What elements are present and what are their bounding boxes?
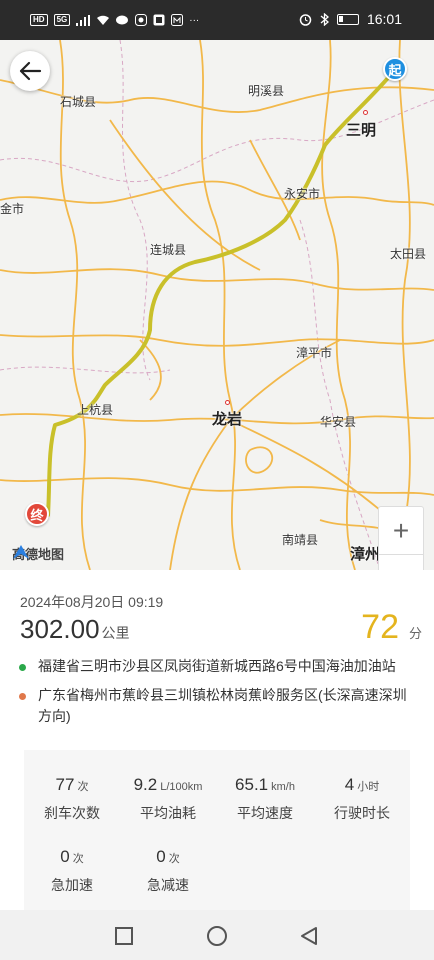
trip-distance: 302.00 公里: [20, 614, 130, 645]
start-location-text: 福建省三明市沙县区凤岗街道新城西路6号中国海油加油站: [38, 658, 396, 674]
stat-unit: 次: [77, 781, 89, 793]
end-location: 广东省梅州市蕉岭县三圳镇松林岗蕉岭服务区(长深高速深圳方向): [18, 685, 418, 727]
city-dot: [225, 400, 230, 405]
start-location: 福建省三明市沙县区凤岗街道新城西路6号中国海油加油站: [18, 656, 418, 677]
stat-value: 9.2: [133, 775, 158, 794]
stat-label: 急加速: [51, 877, 93, 893]
stat-label: 行驶时长: [334, 805, 390, 821]
stat-duration: 4 小时 行驶时长: [314, 775, 410, 823]
back-nav-button[interactable]: [297, 924, 321, 948]
back-button[interactable]: [10, 51, 50, 91]
trip-date: 2024年08月20日 09:19: [20, 594, 164, 610]
stat-speed: 65.1 km/h 平均速度: [217, 775, 313, 823]
city-label: 太田县: [390, 247, 427, 261]
score-value: 72: [361, 608, 399, 646]
city-label: 三明: [346, 122, 377, 139]
distance-value: 302.00: [20, 614, 100, 644]
stat-value: 0: [156, 847, 166, 866]
stat-unit: 次: [168, 853, 180, 865]
battery-icon: [336, 13, 359, 25]
stat-unit: 小时: [357, 781, 380, 793]
stat-hard-brake: 0次 急减速: [120, 847, 216, 895]
stat-value: 77: [55, 775, 75, 794]
network-badge: 5G: [53, 14, 71, 26]
status-bar: HD 5G ··· 16:01: [0, 0, 434, 40]
stat-label: 平均速度: [237, 805, 293, 821]
city-label: 明溪县: [248, 84, 285, 98]
stat-label: 急减速: [147, 877, 189, 893]
start-dot: [19, 664, 26, 671]
route-map[interactable]: 明溪县 三明 石城县 永安市 金市 连城县 太田县 漳平市 上杭县 龙岩 华安县…: [0, 40, 434, 570]
home-button[interactable]: [205, 924, 229, 948]
stat-unit: L/100km: [160, 781, 203, 793]
city-dot: [363, 110, 368, 115]
end-dot: [19, 693, 26, 700]
triangle-back-icon: [301, 927, 317, 945]
back-arrow-icon: [19, 61, 42, 81]
city-label: 永安市: [284, 187, 321, 201]
city-label: 石城县: [60, 95, 97, 109]
status-left: HD 5G ···: [30, 14, 199, 26]
score-unit: 分: [408, 626, 422, 641]
start-marker[interactable]: 起: [383, 57, 407, 81]
city-label: 南靖县: [282, 533, 319, 547]
end-marker[interactable]: 终: [25, 502, 49, 526]
stat-value: 65.1: [235, 775, 269, 794]
stat-unit: 次: [72, 853, 84, 865]
bluetooth-icon: [320, 12, 329, 26]
wifi-icon: [97, 15, 110, 25]
city-label: 上杭县: [77, 403, 114, 417]
stat-value: 0: [60, 847, 70, 866]
city-label: 龙岩: [212, 411, 243, 428]
distance-unit: 公里: [101, 625, 130, 641]
hd-badge: HD: [30, 14, 48, 26]
trip-info: 2024年08月20日 09:19 302.00 公里 72 分 福建省三明市沙县区…: [0, 570, 434, 912]
stats-panel: 77 次 刹车次数 9.2 L/100km 平均油耗 65.1 km/h 平均速度 4…: [24, 750, 410, 912]
signal-icon: [76, 14, 91, 26]
city-label: 漳州: [350, 546, 381, 563]
app-icon: [171, 14, 184, 26]
stat-label: 刹车次数: [44, 805, 100, 821]
route-line: [46, 70, 395, 517]
app-icon: [153, 14, 165, 26]
city-label: 连城县: [150, 243, 187, 257]
status-right: 16:01: [299, 11, 402, 27]
stat-fuel: 9.2 L/100km 平均油耗: [120, 775, 216, 823]
alarm-icon: [299, 13, 312, 26]
square-icon: [115, 927, 133, 945]
stat-brakes: 77 次 刹车次数: [24, 775, 120, 823]
trip-score: 72 分: [361, 608, 422, 647]
wechat-icon: [116, 15, 129, 24]
city-label: 金市: [0, 202, 25, 216]
circle-icon: [207, 926, 227, 946]
more-dots-icon: ···: [189, 14, 200, 26]
map-logo: 高德地图: [12, 544, 64, 563]
stat-unit: km/h: [271, 781, 295, 793]
zoom-control: + −: [378, 506, 424, 570]
zoom-in-button[interactable]: +: [379, 507, 423, 555]
app-icon: [135, 14, 148, 26]
city-label: 华安县: [320, 415, 357, 429]
recents-button[interactable]: [112, 924, 136, 948]
status-time: 16:01: [366, 11, 402, 27]
city-label: 漳平市: [296, 346, 333, 360]
stat-hard-accel: 0次 急加速: [24, 847, 120, 895]
stat-value: 4: [344, 775, 355, 794]
end-location-text: 广东省梅州市蕉岭县三圳镇松林岗蕉岭服务区(长深高速深圳方向): [38, 687, 407, 724]
system-nav-bar: [0, 910, 434, 960]
amap-logo-icon: [13, 545, 29, 559]
stat-label: 平均油耗: [140, 805, 196, 821]
zoom-out-button[interactable]: −: [379, 555, 423, 570]
